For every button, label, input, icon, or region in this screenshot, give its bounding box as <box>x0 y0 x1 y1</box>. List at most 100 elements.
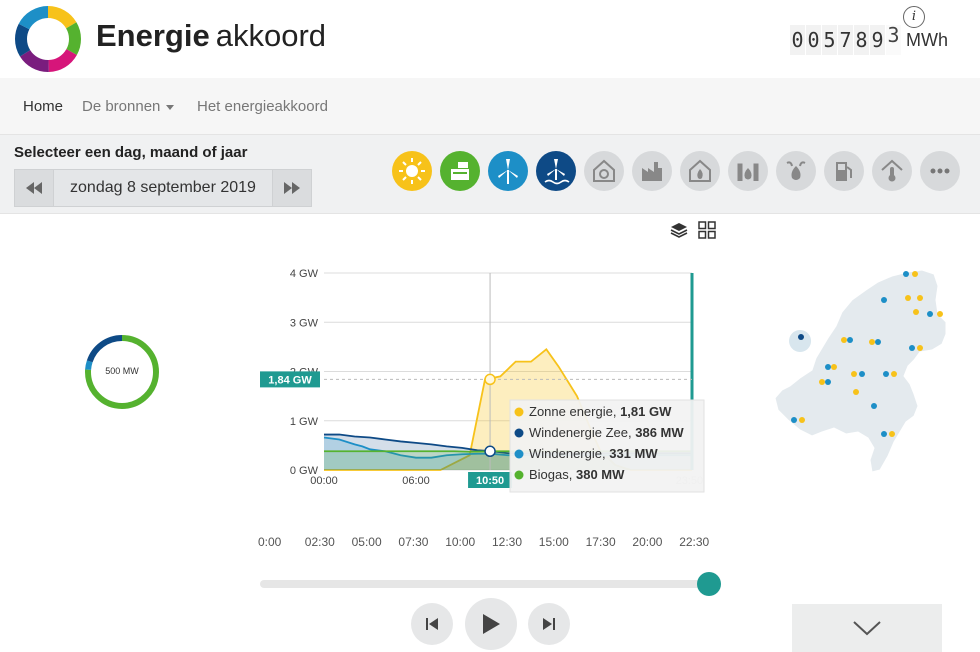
map-marker[interactable] <box>881 297 887 303</box>
map-marker[interactable] <box>859 371 865 377</box>
map-marker[interactable] <box>871 403 877 409</box>
offshore-wind-icon[interactable] <box>536 151 576 191</box>
map-marker[interactable] <box>851 371 857 377</box>
y-tick-label: 3 GW <box>290 317 319 329</box>
nav-energieakkoord[interactable]: Het energieakkoord <box>197 98 328 115</box>
map-marker[interactable] <box>903 271 909 277</box>
brand-bold: Energie <box>96 18 210 53</box>
map-marker[interactable] <box>847 337 853 343</box>
timeline-label: 07:30 <box>398 535 429 549</box>
factory-icon[interactable] <box>632 151 672 191</box>
map-marker[interactable] <box>937 311 943 317</box>
timeline-labels: 0:00 02:30 05:00 07:30 10:00 12:30 15:00 17:30 2… <box>258 535 718 551</box>
selected-date[interactable]: zondag 8 september 2019 <box>54 169 272 207</box>
map-marker[interactable] <box>917 295 923 301</box>
timeline-slider-handle[interactable] <box>697 572 721 596</box>
biomass-icon[interactable] <box>776 151 816 191</box>
rewind-icon[interactable] <box>14 169 54 207</box>
map-marker[interactable] <box>905 295 911 301</box>
timeline-label: 10:00 <box>445 535 476 549</box>
play-icon[interactable] <box>465 598 517 650</box>
map-marker[interactable] <box>825 379 831 385</box>
cursor-time-label: 10:50 <box>476 475 504 487</box>
netherlands-map[interactable] <box>770 260 980 475</box>
tooltip-row: Biogas, 380 MW <box>529 467 625 482</box>
map-marker[interactable] <box>889 431 895 437</box>
map-marker[interactable] <box>881 431 887 437</box>
skip-back-icon[interactable] <box>411 603 453 645</box>
x-tick-label: 00:00 <box>310 475 338 487</box>
energy-counter: 0057893 MWh <box>790 24 948 56</box>
cursor-value-label: 1,84 GW <box>268 374 312 386</box>
tooltip-dot <box>514 428 524 438</box>
counter-digit: 5 <box>822 25 837 55</box>
geothermal-icon[interactable] <box>872 151 912 191</box>
industrial-fire-icon[interactable] <box>728 151 768 191</box>
map-marker[interactable] <box>798 334 804 340</box>
timeline-label: 17:30 <box>585 535 616 549</box>
counter-digit: 7 <box>838 25 853 55</box>
nav-de-bronnen-label: De bronnen <box>82 98 161 115</box>
counter-digits: 0057893 <box>790 25 902 55</box>
timeline-label: 12:30 <box>492 535 523 549</box>
tooltip-dot <box>514 407 524 417</box>
map-marker[interactable] <box>841 337 847 343</box>
chevron-down-icon <box>853 621 881 636</box>
wind-icon[interactable] <box>488 151 528 191</box>
nav-de-bronnen[interactable]: De bronnen <box>82 98 175 115</box>
caret-down-icon <box>166 104 175 110</box>
tooltip-dot <box>514 449 524 459</box>
toolbar: Selecteer een dag, maand of jaar zondag … <box>0 134 980 214</box>
main-nav: Home De bronnen Het energieakkoord <box>0 78 980 134</box>
timeline-label: 15:00 <box>538 535 569 549</box>
collapse-panel[interactable] <box>792 604 942 652</box>
map-marker[interactable] <box>819 379 825 385</box>
heat-pump-icon[interactable] <box>584 151 624 191</box>
map-marker[interactable] <box>883 371 889 377</box>
info-icon[interactable]: i <box>903 6 925 28</box>
timeline-slider[interactable] <box>260 580 712 588</box>
map-marker[interactable] <box>869 339 875 345</box>
map-marker[interactable] <box>912 271 918 277</box>
tooltip-row: Zonne energie, 1,81 GW <box>529 404 672 419</box>
nav-home[interactable]: Home <box>23 98 63 115</box>
house-fire-icon[interactable] <box>680 151 720 191</box>
x-tick-label: 06:00 <box>402 475 430 487</box>
view-toggle <box>670 221 716 239</box>
map-marker[interactable] <box>791 417 797 423</box>
map-marker[interactable] <box>909 345 915 351</box>
cursor-point <box>484 445 496 458</box>
map-marker[interactable] <box>825 364 831 370</box>
map-marker[interactable] <box>917 345 923 351</box>
y-tick-label: 4 GW <box>290 268 319 280</box>
layers-icon[interactable] <box>670 221 688 239</box>
map-marker[interactable] <box>927 311 933 317</box>
biogas-icon[interactable] <box>440 151 480 191</box>
counter-digit: 3 <box>886 25 901 55</box>
map-marker[interactable] <box>799 417 805 423</box>
donut-label: 500 MW <box>105 366 139 376</box>
timeline-label: 05:00 <box>351 535 382 549</box>
fast-forward-icon[interactable] <box>272 169 312 207</box>
map-marker[interactable] <box>913 309 919 315</box>
more-icon[interactable] <box>920 151 960 191</box>
skip-forward-icon[interactable] <box>528 603 570 645</box>
map-marker[interactable] <box>875 339 881 345</box>
counter-unit: MWh <box>906 29 948 50</box>
tooltip-row: Windenergie Zee, 386 MW <box>529 425 684 440</box>
timeline-label: 20:00 <box>632 535 663 549</box>
counter-digit: 9 <box>870 25 885 55</box>
brand-title[interactable]: Energie akkoord <box>96 18 326 54</box>
brand-light: akkoord <box>215 18 327 53</box>
map-marker[interactable] <box>853 389 859 395</box>
tooltip-dot <box>514 470 524 480</box>
power-chart[interactable]: 4 GW3 GW2 GW1 GW0 GW1,84 GW00:0006:0023:… <box>258 258 718 498</box>
map-marker[interactable] <box>831 364 837 370</box>
grid-icon[interactable] <box>698 221 716 239</box>
fuel-pump-icon[interactable] <box>824 151 864 191</box>
map-marker[interactable] <box>891 371 897 377</box>
sun-icon[interactable] <box>392 151 432 191</box>
counter-digit: 0 <box>806 25 821 55</box>
logo[interactable] <box>14 5 82 73</box>
counter-digit: 0 <box>790 25 805 55</box>
